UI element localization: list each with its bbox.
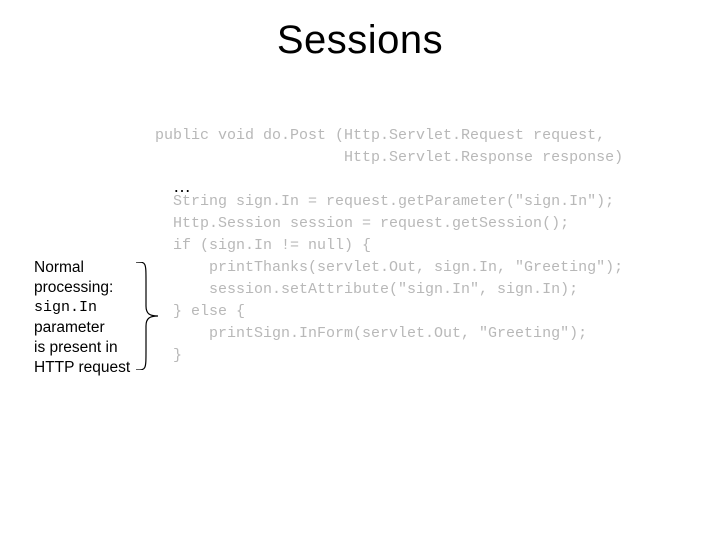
page-title: Sessions: [0, 18, 720, 63]
annotation-line: Normal: [34, 258, 130, 278]
code-line: } else {: [155, 303, 245, 320]
code-line: session.setAttribute("sign.In", sign.In)…: [155, 281, 578, 298]
annotation-line: processing:: [34, 278, 130, 298]
annotation-line: is present in: [34, 338, 130, 358]
slide: Sessions public void do.Post (Http.Servl…: [0, 0, 720, 540]
code-line: Http.Servlet.Response response): [155, 149, 623, 166]
annotation-label: Normal processing: sign.In parameter is …: [34, 258, 130, 378]
code-line: public void do.Post (Http.Servlet.Reques…: [155, 127, 605, 144]
code-line: printSign.InForm(servlet.Out, "Greeting"…: [155, 325, 587, 342]
code-line: if (sign.In != null) {: [155, 237, 371, 254]
code-line: printThanks(servlet.Out, sign.In, "Greet…: [155, 259, 623, 276]
code-line: String sign.In = request.getParameter("s…: [155, 193, 614, 210]
ellipsis-text: …: [173, 176, 191, 197]
annotation-line: parameter: [34, 318, 130, 338]
code-line: Http.Session session = request.getSessio…: [155, 215, 569, 232]
code-line: }: [155, 347, 182, 364]
annotation-line: HTTP request: [34, 358, 130, 378]
code-block: public void do.Post (Http.Servlet.Reques…: [155, 125, 623, 367]
annotation-line-mono: sign.In: [34, 298, 130, 318]
